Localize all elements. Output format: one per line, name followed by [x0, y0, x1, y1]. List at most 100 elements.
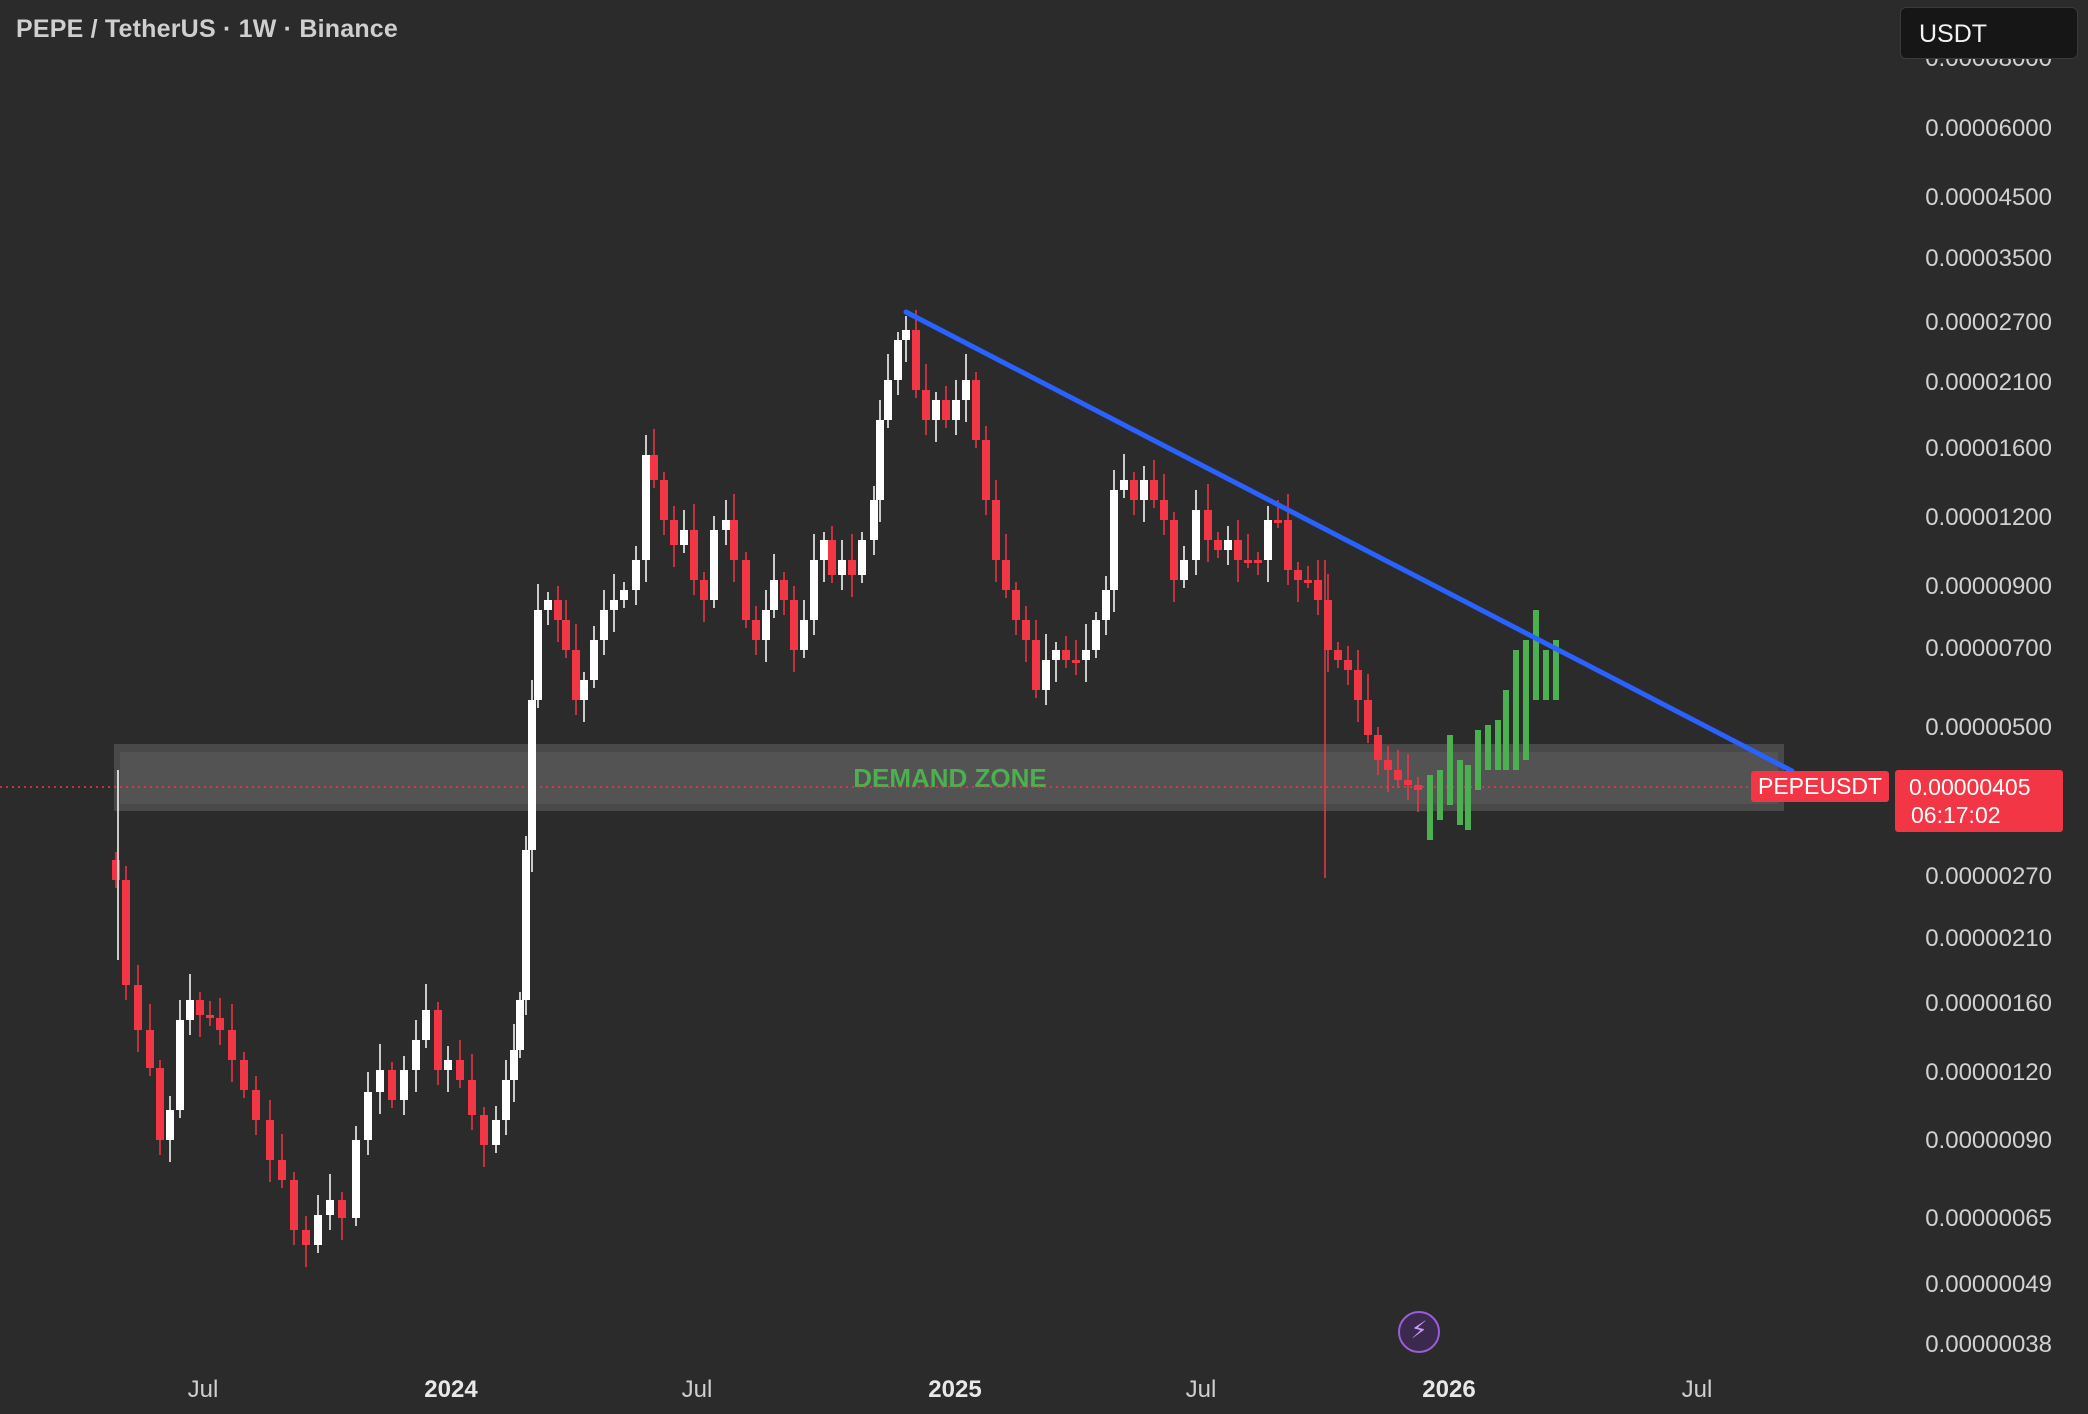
candle-body	[1344, 660, 1352, 670]
candle-body	[112, 860, 120, 880]
candle-body	[388, 1070, 396, 1100]
y-tick-label: 0.00002100	[1925, 369, 2052, 396]
projected-candle	[1495, 720, 1501, 770]
y-tick-label: 0.00000270	[1925, 863, 2052, 890]
candle-body	[722, 520, 730, 530]
projected-candle	[1437, 770, 1443, 820]
candle-body	[942, 400, 950, 420]
candle-body	[1072, 660, 1080, 663]
candle-body	[1170, 520, 1178, 580]
candle-body	[710, 530, 718, 600]
projected-candle	[1475, 730, 1481, 790]
candle-body	[870, 500, 878, 540]
candle-body	[800, 620, 808, 650]
candle-body	[1092, 620, 1100, 650]
candle-body	[412, 1040, 420, 1070]
candle-body	[992, 500, 1000, 560]
candle-body	[828, 540, 836, 575]
candle-body	[922, 390, 930, 420]
price-chart[interactable]: 0.000080000.000060000.000045000.00003500…	[0, 0, 2088, 1414]
candle-body	[364, 1092, 372, 1140]
x-tick-label: 2026	[1422, 1376, 1475, 1403]
candle-body	[1052, 650, 1060, 660]
candle-body	[952, 400, 960, 420]
candle-body	[480, 1115, 488, 1145]
candle-body	[1224, 540, 1232, 550]
resistance-trendline[interactable]	[903, 309, 1795, 774]
candle-body	[1192, 510, 1200, 560]
candle-body	[122, 880, 130, 985]
x-tick-label: Jul	[1682, 1376, 1713, 1403]
candle-body	[534, 610, 542, 700]
y-tick-label: 0.00000049	[1925, 1271, 2052, 1298]
candle-body	[1384, 760, 1392, 770]
candle-body	[400, 1070, 408, 1100]
candle-body	[252, 1090, 260, 1120]
candle-body	[228, 1030, 236, 1060]
candle-body	[522, 850, 530, 1000]
candle-body	[1394, 770, 1402, 780]
candle-body	[468, 1080, 476, 1115]
candle-body	[1082, 650, 1090, 660]
projected-candle	[1465, 765, 1471, 830]
y-tick-label: 0.00000210	[1925, 925, 2052, 952]
candle-countdown: 06:17:02	[1911, 802, 2001, 828]
candle-body	[580, 680, 588, 700]
candle-body	[146, 1030, 154, 1068]
candle-body	[650, 455, 658, 480]
candle-body	[1264, 520, 1272, 560]
candle-body	[1364, 700, 1372, 735]
candle-body	[1254, 560, 1262, 563]
chart-title: PEPE / TetherUS · 1W · Binance	[16, 15, 399, 43]
projected-candle	[1533, 610, 1539, 700]
candle-body	[528, 700, 536, 850]
currency-button[interactable]: USDT	[1900, 7, 2078, 59]
candle-body	[278, 1160, 286, 1180]
projected-candle	[1513, 650, 1519, 770]
candle-body	[730, 520, 738, 560]
candle-body	[620, 590, 628, 600]
candle-body	[972, 380, 980, 440]
candle-body	[314, 1215, 322, 1245]
candle-body	[572, 650, 580, 700]
current-price-tag: 0.00000405 06:17:02	[1895, 770, 2063, 832]
candle-body	[1354, 670, 1362, 700]
candle-body	[1414, 785, 1422, 790]
candle-body	[660, 480, 668, 520]
y-tick-label: 0.00000900	[1925, 573, 2052, 600]
candle-body	[902, 330, 910, 340]
candle-body	[858, 540, 866, 575]
candle-body	[820, 540, 828, 560]
candle-body	[1294, 570, 1302, 580]
candle-body	[290, 1180, 298, 1230]
projected-candle	[1523, 640, 1529, 760]
candle-body	[762, 610, 770, 640]
candle-body	[1110, 490, 1118, 590]
candle-body	[166, 1110, 174, 1140]
candle-body	[186, 1000, 194, 1020]
y-tick-label: 0.00002700	[1925, 309, 2052, 336]
candle-body	[1204, 510, 1212, 540]
candle-body	[932, 400, 940, 420]
y-tick-label: 0.00006000	[1925, 115, 2052, 142]
candle-body	[632, 560, 640, 590]
candle-body	[1334, 650, 1342, 660]
candle-body	[690, 530, 698, 580]
current-price-label: 0.00000405	[1909, 774, 2031, 800]
candle-body	[1130, 480, 1138, 500]
candle-body	[962, 380, 970, 400]
candle-body	[502, 1080, 510, 1120]
candle-body	[670, 520, 678, 545]
y-tick-label: 0.00003500	[1925, 245, 2052, 272]
candle-body	[206, 1015, 214, 1018]
y-tick-label: 0.00000700	[1925, 635, 2052, 662]
candle-body	[1062, 650, 1070, 660]
x-tick-label: Jul	[188, 1376, 219, 1403]
candle-body	[1032, 640, 1040, 690]
candle-body	[912, 330, 920, 390]
y-tick-label: 0.00001200	[1925, 504, 2052, 531]
candle-body	[422, 1010, 430, 1040]
candle-body	[266, 1120, 274, 1160]
candle-body	[544, 600, 552, 610]
lightning-bolt-icon[interactable]: ⚡	[1398, 1311, 1440, 1353]
